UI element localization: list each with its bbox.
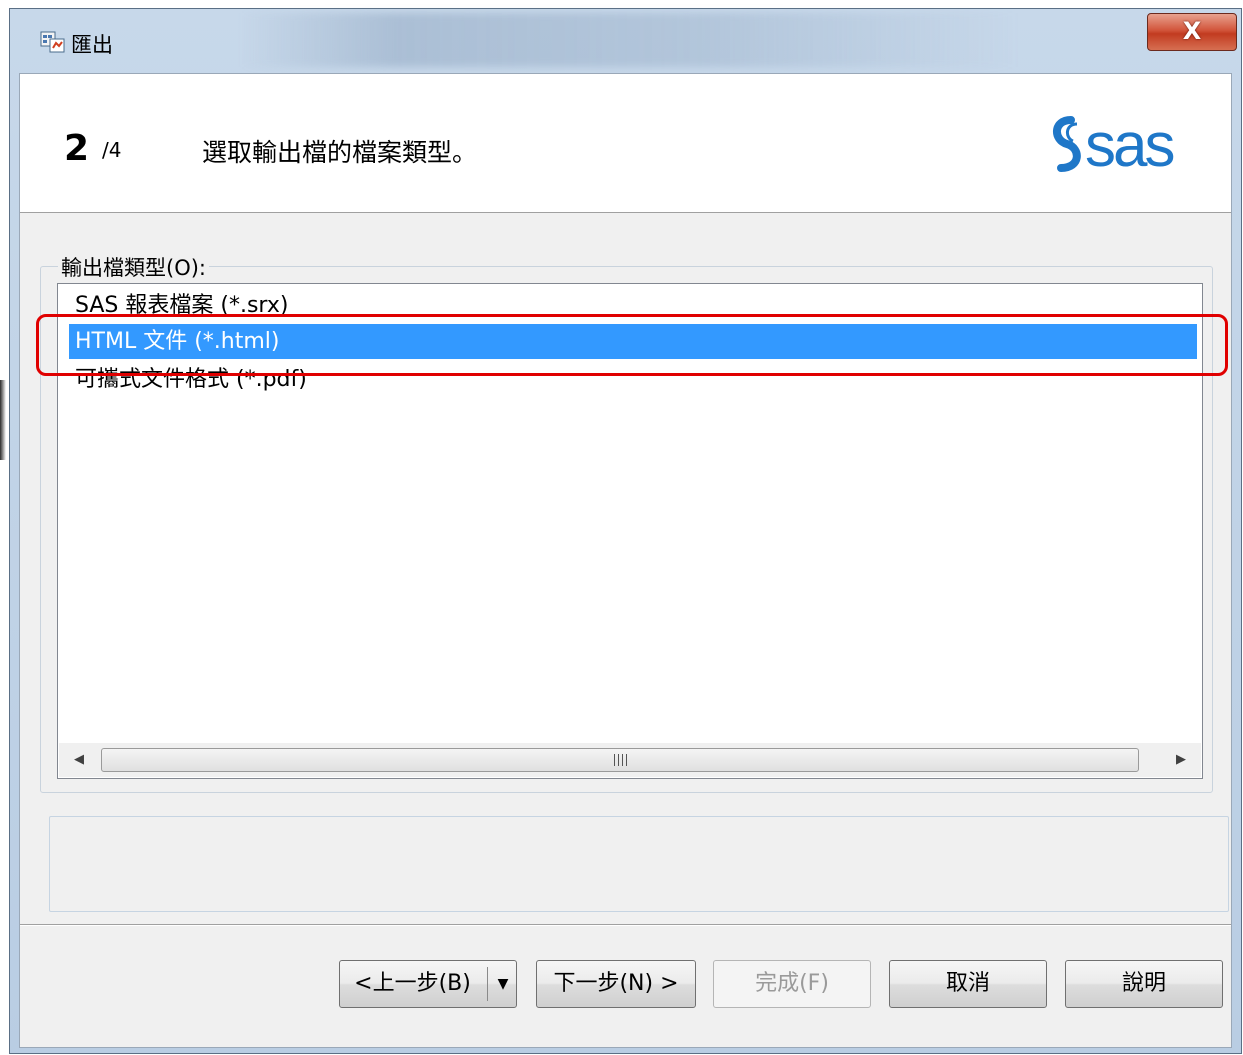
scroll-thumb[interactable] (101, 748, 1139, 772)
export-app-icon (40, 31, 65, 53)
left-edge-mark (0, 380, 6, 460)
wizard-header: 2 /4 選取輸出檔的檔案類型。 sas (20, 74, 1231, 213)
footer-separator (20, 924, 1231, 926)
file-type-label: 輸出檔類型(O): (58, 252, 209, 282)
next-button[interactable]: 下一步(N) > (536, 960, 696, 1008)
sas-logo: sas (1053, 111, 1176, 180)
export-dialog: 匯出 X 2 /4 選取輸出檔的檔案類型。 sas 輸出檔類型(O): SAS … (9, 8, 1242, 1054)
window-title: 匯出 (71, 33, 113, 57)
split-divider (487, 967, 488, 1001)
selection-highlight-annotation (36, 314, 1228, 376)
cancel-button[interactable]: 取消 (889, 960, 1047, 1008)
step-current: 2 (64, 128, 90, 169)
close-icon: X (1182, 17, 1202, 45)
step-instruction: 選取輸出檔的檔案類型。 (202, 138, 478, 167)
close-button[interactable]: X (1147, 13, 1237, 51)
description-panel (49, 816, 1229, 912)
blurred-background (240, 13, 1020, 67)
finish-button[interactable]: 完成(F) (713, 960, 871, 1008)
step-total: /4 (102, 138, 122, 162)
scroll-left-icon[interactable]: ◀ (63, 743, 95, 777)
horizontal-scrollbar[interactable]: ◀ ▶ (59, 743, 1201, 777)
dialog-body: 2 /4 選取輸出檔的檔案類型。 sas 輸出檔類型(O): SAS 報表檔案 … (19, 73, 1232, 1048)
back-button-label[interactable]: <上一步(B) (340, 961, 485, 1007)
back-split-button[interactable]: <上一步(B) ▼ (339, 960, 517, 1008)
help-button[interactable]: 說明 (1065, 960, 1223, 1008)
chevron-down-icon[interactable]: ▼ (490, 961, 516, 1007)
title-bar[interactable]: 匯出 X (10, 9, 1241, 73)
scroll-right-icon[interactable]: ▶ (1165, 743, 1197, 777)
scroll-grip-icon (614, 754, 628, 766)
logo-text: sas (1085, 111, 1173, 180)
